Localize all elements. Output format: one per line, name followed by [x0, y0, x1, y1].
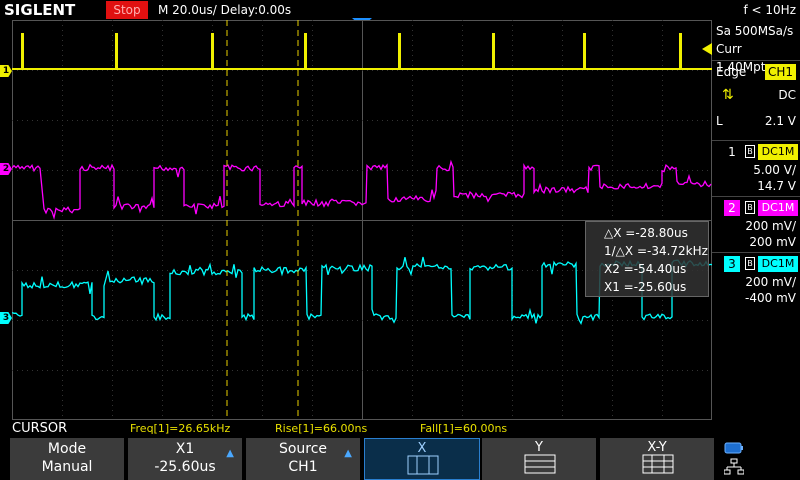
edge-both-icon: ⇅	[722, 87, 734, 103]
bandwidth-limit-icon: B	[745, 201, 755, 214]
adjust-arrow-icon: ▲	[226, 448, 234, 459]
trigger-level: 2.1 V	[764, 114, 796, 128]
trigger-type-row[interactable]: Edge CH1	[712, 63, 800, 81]
x2-readout: X2 =-54.40us	[604, 262, 687, 276]
ch2-offset: 200 mV	[749, 235, 796, 249]
mode-value: Manual	[41, 459, 93, 475]
ch1-coupling: DC1M	[758, 144, 798, 160]
delay-value: Delay:0.00s	[220, 3, 292, 17]
ch2-info[interactable]: 2 B DC1M 200 mV/ 200 mV	[712, 196, 800, 252]
ch1-offset: 14.7 V	[757, 179, 796, 193]
trigger-source: CH1	[764, 64, 796, 80]
trigger-level-marker[interactable]	[702, 43, 712, 55]
measurement-bar: CURSOR Freq[1]=26.65kHz Rise[1]=66.00ns …	[0, 420, 800, 438]
trigger-coupling: DC	[778, 88, 796, 102]
bandwidth-limit-icon: B	[745, 257, 755, 270]
ch2-coupling: DC1M	[758, 200, 798, 216]
ch3-info[interactable]: 3 B DC1M 200 mV/ -400 mV	[712, 252, 800, 308]
ch2-trace	[12, 159, 712, 221]
delta-x-readout: △X =-28.80us	[604, 226, 688, 240]
trigger-type: Edge	[716, 65, 747, 79]
inverse-delta-x-readout: 1/△X =-34.72kHz	[604, 244, 708, 258]
ch3-coupling: DC1M	[758, 256, 798, 272]
brand-logo: SIGLENT	[4, 1, 76, 19]
y-cursor-icon	[524, 454, 556, 474]
ch1-info[interactable]: 1 B DC1M 5.00 V/ 14.7 V	[712, 140, 800, 196]
memory-depth: Curr 1.40Mpts	[716, 42, 772, 74]
xy-cursor-icon	[642, 454, 674, 474]
ch1-scale: 5.00 V/	[753, 163, 796, 177]
x-cursor-softkey[interactable]: X	[364, 438, 480, 480]
xy-cursor-softkey[interactable]: X-Y	[600, 438, 716, 480]
bandwidth-limit-icon: B	[745, 145, 755, 158]
y-cursor-softkey[interactable]: Y	[482, 438, 598, 480]
ch3-offset: -400 mV	[745, 291, 796, 305]
cursor-readout-panel: △X =-28.80us 1/△X =-34.72kHz X2 =-54.40u…	[585, 221, 709, 297]
xy-label: X-Y	[647, 440, 667, 455]
source-softkey[interactable]: Source CH1 ▲	[246, 438, 362, 480]
right-info-panel: Sa 500MSa/s Curr 1.40Mpts Edge CH1 ⇅ DC …	[712, 20, 800, 420]
x1-value: -25.60us	[154, 459, 216, 475]
source-value: CH1	[288, 459, 318, 475]
network-icon	[724, 458, 744, 475]
ch2-offset-marker[interactable]: 2	[0, 163, 12, 175]
ch3-number: 3	[724, 256, 740, 272]
mode-label: Mode	[47, 441, 87, 457]
freq-measurement: Freq[1]=26.65kHz	[130, 422, 231, 435]
rise-measurement: Rise[1]=66.00ns	[275, 422, 368, 435]
x1-label: X1	[175, 441, 195, 457]
x-label: X	[417, 441, 427, 456]
waveform-traces	[12, 20, 712, 420]
trigger-level-row[interactable]: L 2.1 V	[712, 112, 800, 130]
fall-measurement: Fall[1]=60.00ns	[420, 422, 508, 435]
sample-rate: Sa 500MSa/s	[716, 24, 794, 38]
source-label: Source	[278, 441, 328, 457]
trigger-slope-row[interactable]: ⇅ DC	[712, 86, 800, 104]
x1-softkey[interactable]: X1 -25.60us ▲	[128, 438, 244, 480]
x-cursor-icon	[407, 455, 439, 475]
softkey-menu: Mode Manual X1 -25.60us ▲ Source CH1 ▲ X…	[0, 438, 800, 480]
ch3-scale: 200 mV/	[745, 275, 796, 289]
top-status-bar: SIGLENT Stop M 20.0us/ Delay:0.00s f < 1…	[0, 0, 800, 20]
ch3-offset-marker[interactable]: 3	[0, 312, 12, 324]
system-status-area	[718, 438, 800, 480]
ch1-offset-marker[interactable]: 1	[0, 65, 12, 77]
run-stop-badge[interactable]: Stop	[106, 1, 148, 19]
mode-softkey[interactable]: Mode Manual	[10, 438, 126, 480]
timebase-readout[interactable]: M 20.0us/ Delay:0.00s	[158, 0, 291, 20]
trigger-level-label: L	[716, 114, 723, 128]
menu-title: CURSOR	[12, 421, 68, 436]
timebase-value: M 20.0us/	[158, 3, 217, 17]
trigger-frequency: f < 10Hz	[743, 3, 797, 17]
ch2-number: 2	[724, 200, 740, 216]
ch1-number: 1	[728, 145, 736, 159]
adjust-arrow-icon: ▲	[344, 448, 352, 459]
x1-readout: X1 =-25.60us	[604, 280, 687, 294]
battery-icon	[724, 442, 743, 454]
waveform-display[interactable]	[12, 20, 712, 420]
y-label: Y	[535, 440, 543, 455]
ch1-trace	[12, 33, 712, 70]
ch2-scale: 200 mV/	[745, 219, 796, 233]
